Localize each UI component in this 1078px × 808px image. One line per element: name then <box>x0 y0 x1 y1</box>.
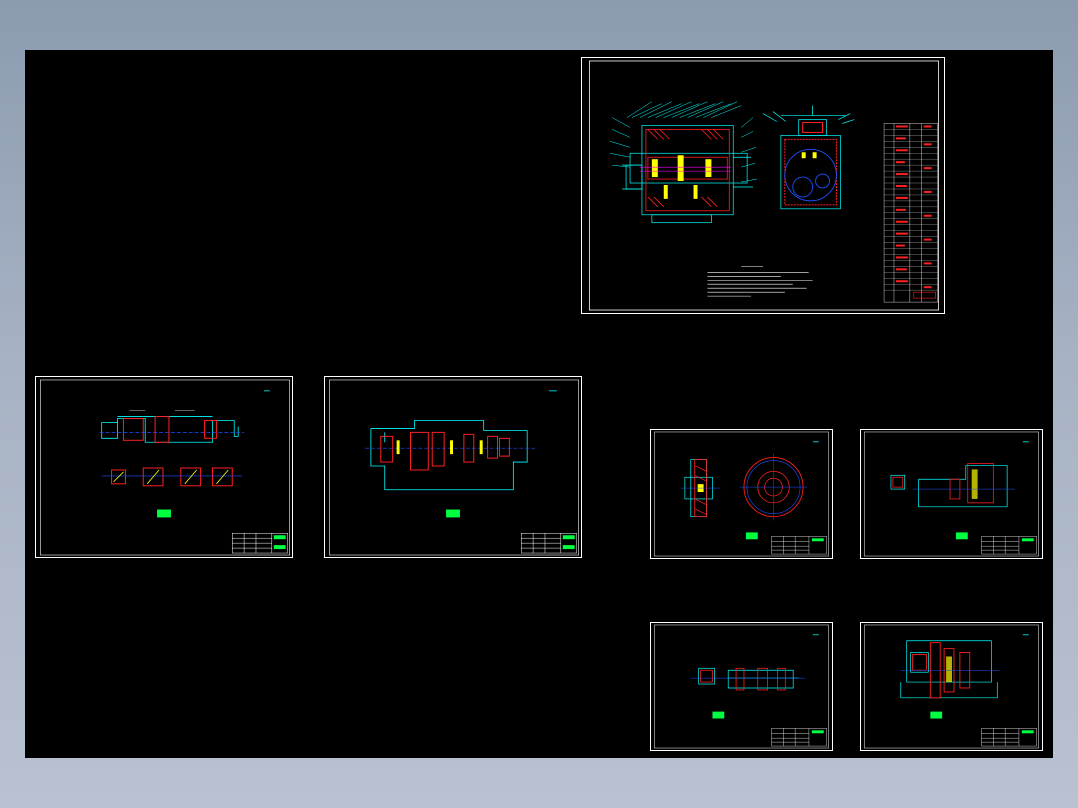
shaft-drawing-sheet-1[interactable] <box>35 376 293 558</box>
shaft-drawing-sheet-4[interactable] <box>650 622 833 751</box>
shaft-b-drawing <box>864 431 1039 557</box>
shaft-c-drawing <box>654 624 829 749</box>
long-shaft-drawing <box>40 379 290 556</box>
gear-drawing-sheet[interactable] <box>650 429 833 559</box>
gear-drawing <box>654 431 829 557</box>
cad-model-space[interactable] <box>25 50 1053 758</box>
assembly-drawing-sheet[interactable] <box>581 57 945 314</box>
shaft-drawing-sheet-3[interactable] <box>860 429 1043 559</box>
gear-shaft-drawing-sheet[interactable] <box>860 622 1043 751</box>
gear-shaft-drawing <box>864 624 1039 749</box>
stepped-shaft-drawing <box>329 379 579 556</box>
shaft-drawing-sheet-2[interactable] <box>324 376 582 558</box>
assembly-drawing <box>588 60 940 311</box>
